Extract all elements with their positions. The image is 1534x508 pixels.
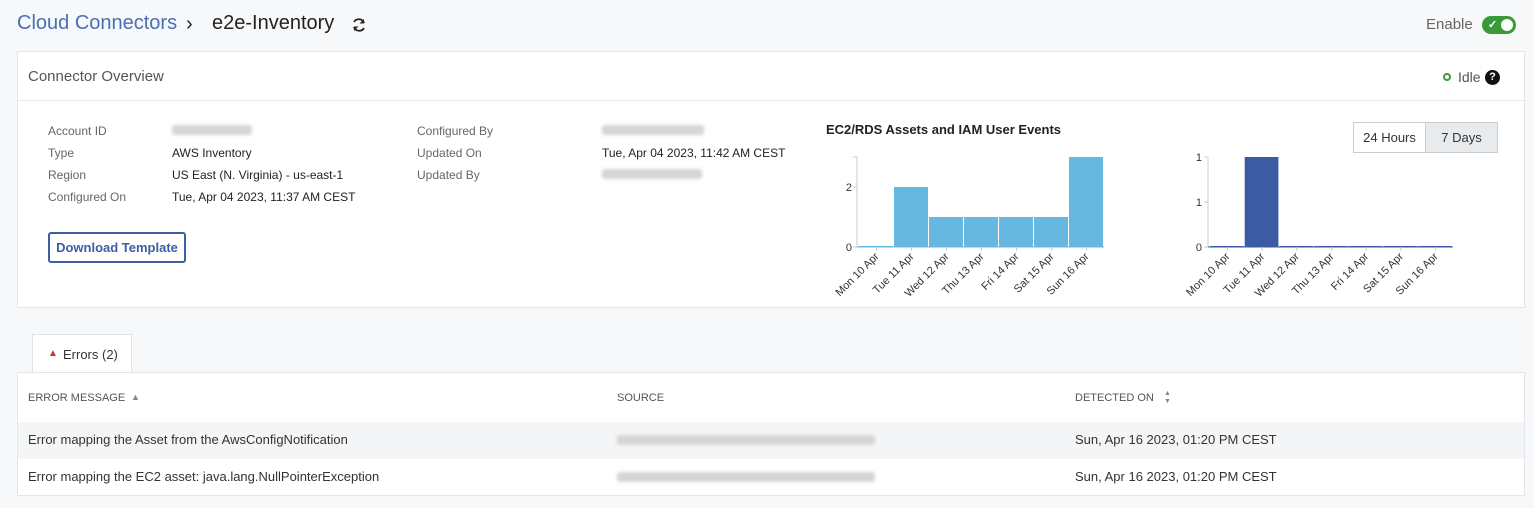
breadcrumb-separator: ›	[186, 13, 193, 35]
sort-both-icon[interactable]: ▲ ▼	[1164, 390, 1171, 406]
check-icon: ✓	[1488, 19, 1498, 31]
connector-overview-panel: Connector Overview Idle ? Account ID Typ…	[17, 51, 1525, 308]
errors-table: ERROR MESSAGE ▲ SOURCE DETECTED ON ▲ ▼ Er…	[17, 372, 1525, 496]
chart-bar	[894, 187, 928, 247]
detected-on-cell: Sun, Apr 16 2023, 01:20 PM CEST	[1075, 432, 1277, 447]
column-header-detected-on[interactable]: DETECTED ON	[1075, 392, 1154, 404]
chart-bar	[999, 217, 1033, 247]
chart-bar	[1244, 157, 1279, 247]
source-cell	[617, 472, 875, 482]
chart-bar	[1418, 246, 1452, 247]
table-row[interactable]: Error mapping the EC2 asset: java.lang.N…	[18, 459, 1524, 496]
chart-bar	[1069, 157, 1103, 247]
table-row[interactable]: Error mapping the Asset from the AwsConf…	[18, 422, 1524, 459]
chart-bar	[1314, 246, 1348, 247]
refresh-icon[interactable]	[351, 17, 367, 33]
warning-triangle-icon: ▲	[48, 348, 58, 359]
chart-bar	[1348, 246, 1383, 247]
toggle-knob	[1501, 19, 1513, 31]
error-message-cell: Error mapping the EC2 asset: java.lang.N…	[28, 469, 380, 484]
sort-ascending-icon[interactable]: ▲	[131, 392, 140, 402]
chart-bar	[859, 246, 893, 247]
error-message-cell: Error mapping the Asset from the AwsConf…	[28, 432, 348, 447]
source-cell	[617, 435, 875, 445]
page-title: e2e-Inventory	[212, 12, 335, 34]
detected-on-cell: Sun, Apr 16 2023, 01:20 PM CEST	[1075, 469, 1277, 484]
chart-bar	[1210, 246, 1244, 247]
y-tick-label: 1	[1196, 197, 1202, 209]
charts-area: 02Mon 10 AprTue 11 AprWed 12 AprThu 13 A…	[833, 152, 1453, 300]
enable-toggle[interactable]: ✓	[1482, 16, 1516, 34]
enable-label: Enable	[1426, 16, 1473, 33]
column-header-error-message[interactable]: ERROR MESSAGE	[28, 392, 125, 404]
tab-errors[interactable]: ▲ Errors (2)	[32, 334, 132, 373]
tab-errors-label: Errors (2)	[63, 347, 118, 362]
chart-bar	[929, 217, 963, 247]
chart-bar	[964, 217, 998, 247]
y-tick-label: 0	[846, 242, 852, 254]
top-bar: Cloud Connectors › e2e-Inventory Enable …	[0, 0, 1534, 50]
breadcrumb-cloud-connectors[interactable]: Cloud Connectors	[17, 12, 177, 35]
chart-bar	[1034, 217, 1068, 247]
column-header-source: SOURCE	[617, 392, 665, 404]
y-tick-label: 1	[1196, 152, 1202, 164]
chart-bar	[1383, 246, 1418, 247]
y-tick-label: 2	[846, 182, 852, 194]
y-tick-label: 0	[1196, 242, 1202, 254]
chart-bar	[1279, 246, 1314, 247]
